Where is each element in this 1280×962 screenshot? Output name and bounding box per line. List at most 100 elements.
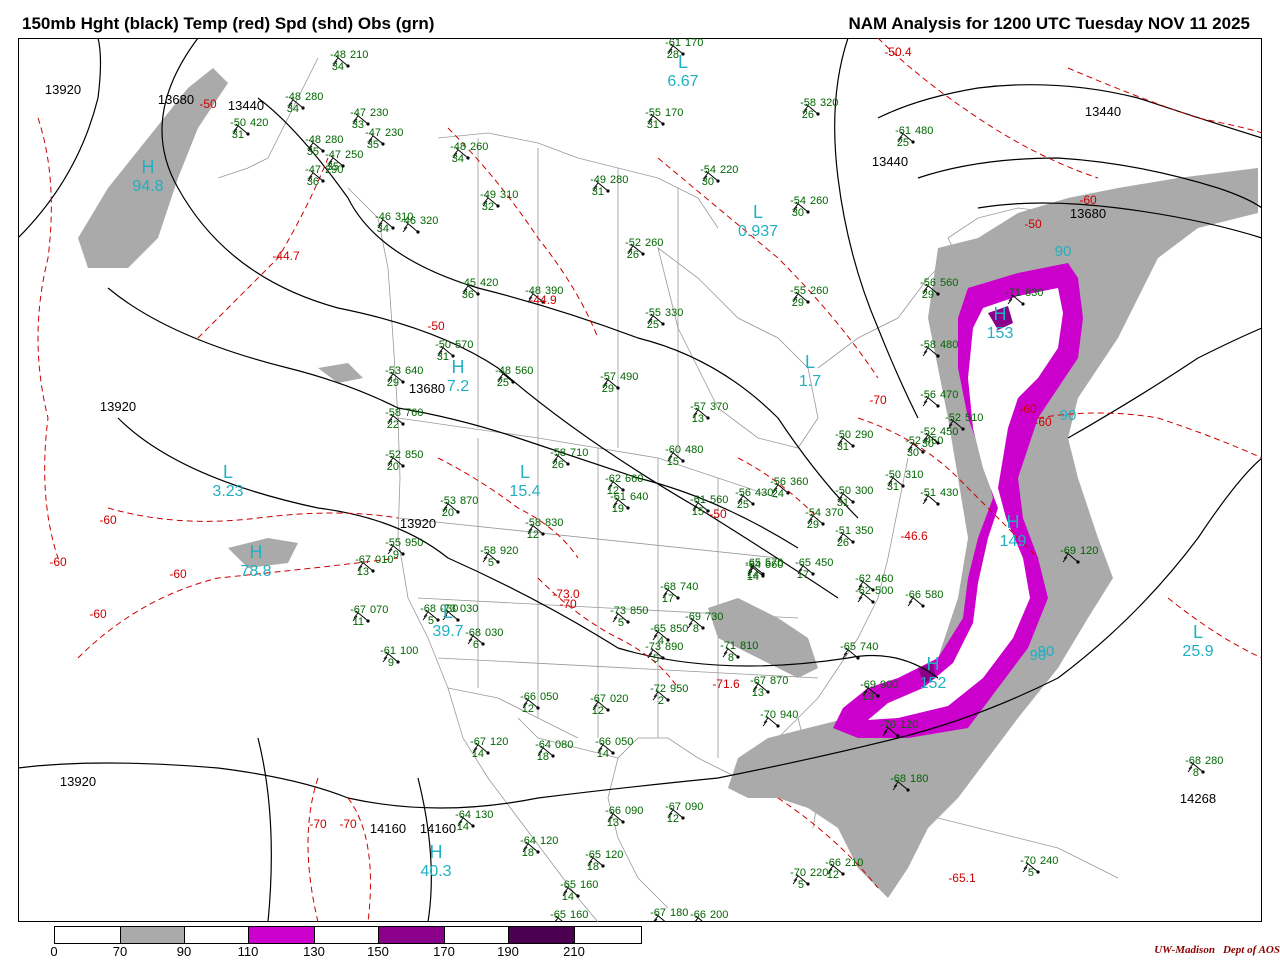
obs-temp: -68 (890, 773, 906, 785)
obs-dewpoint: 25 (737, 499, 749, 511)
obs-temp: -66 (825, 857, 841, 869)
obs-dewpoint: 13 (692, 413, 704, 425)
obs-height: 320 (420, 215, 438, 227)
obs-dewpoint: 11 (353, 616, 364, 628)
obs-dewpoint: 2 (658, 695, 664, 707)
obs-dewpoint: 29 (792, 297, 804, 309)
obs-temp: -55 (645, 307, 661, 319)
obs-dewpoint: 14 (472, 748, 484, 760)
obs-dewpoint: 12 (667, 813, 679, 825)
obs-dewpoint: 13 (862, 691, 874, 703)
temp-label: -50 (199, 97, 217, 111)
obs-height: 740 (860, 641, 878, 653)
weather-map: -48 210 34 -48 280 34 -47 230 33 -47 230 35 -48 280 35… (18, 38, 1262, 922)
obs-temp: -50 (885, 469, 901, 481)
obs-temp: -51 (920, 487, 936, 499)
height-label: 13920 (400, 516, 436, 531)
obs-height: 950 (405, 537, 423, 549)
colorbar-segment (185, 927, 249, 943)
obs-height: 260 (810, 285, 828, 297)
obs-temp: -55 (385, 537, 401, 549)
pressure-center-letter: L (520, 462, 530, 482)
obs-temp: -49 (480, 189, 496, 201)
temp-label: -46.6 (900, 529, 928, 543)
temp-label: -70 (339, 817, 357, 831)
obs-height: 710 (570, 447, 588, 459)
colorbar-segment (315, 927, 379, 943)
obs-temp: -50 (835, 485, 851, 497)
obs-dewpoint: 5 (488, 557, 494, 569)
colorbar-tick-label: 190 (497, 944, 519, 959)
obs-temp: -48 (305, 134, 321, 146)
obs-temp: -46 (375, 211, 391, 223)
obs-height: 160 (580, 879, 598, 891)
obs-temp: -64 (520, 835, 536, 847)
obs-dewpoint: 14 (457, 821, 469, 833)
obs-dewpoint: 31 (232, 129, 244, 141)
obs-height: 920 (500, 545, 518, 557)
obs-height: 450 (940, 426, 958, 438)
obs-dewpoint: 25 (897, 137, 909, 149)
obs-dewpoint: 9 (388, 657, 394, 669)
obs-height: 260 (470, 141, 488, 153)
obs-height: 510 (965, 412, 983, 424)
height-label: 13440 (228, 98, 264, 113)
obs-height: 470 (940, 389, 958, 401)
obs-dewpoint: 15 (692, 506, 704, 518)
obs-height: 290 (855, 429, 873, 441)
obs-temp: -68 (420, 603, 436, 615)
obs-temp: -52 (385, 449, 401, 461)
obs-height: 010 (375, 554, 393, 566)
obs-temp: -50 (835, 429, 851, 441)
obs-height: 660 (625, 473, 643, 485)
obs-temp: -58 (480, 545, 496, 557)
obs-dewpoint: 30 (792, 207, 804, 219)
obs-temp: -66 (520, 691, 536, 703)
obs-dewpoint: 32 (482, 201, 494, 213)
pressure-center-value: 39.7 (432, 623, 463, 640)
obs-height: 090 (625, 805, 643, 817)
colorbar-segment (121, 927, 185, 943)
pressure-center-letter: H (250, 542, 263, 562)
obs-temp: -56 (770, 476, 786, 488)
obs-temp: -60 (665, 444, 681, 456)
credit-text: UW-Madison Dept of AOS (1154, 944, 1280, 956)
obs-temp: -56 (735, 487, 751, 499)
height-label: 14268 (1180, 791, 1216, 806)
obs-temp: -70 (1020, 855, 1036, 867)
temp-label: -60 (1079, 193, 1097, 207)
speed-label: 90 (1055, 243, 1072, 260)
credit-department: Dept of AOS (1222, 944, 1280, 956)
obs-height: 420 (250, 117, 268, 129)
obs-height: 900 (880, 679, 898, 691)
obs-temp: -68 (660, 581, 676, 593)
temp-label: -50.4 (884, 45, 912, 59)
pressure-center-value: 149 (1000, 533, 1027, 550)
obs-dewpoint: 29 (807, 519, 819, 531)
obs-temp: -50 (230, 117, 246, 129)
pressure-center-value: 153 (987, 325, 1014, 342)
speed-colorbar (54, 926, 642, 944)
obs-dewpoint: 12 (827, 869, 839, 881)
obs-temp: -53 (440, 495, 456, 507)
obs-dewpoint: 5 (653, 653, 659, 665)
obs-temp: -58 (550, 447, 566, 459)
pressure-center-letter: L (678, 52, 688, 72)
colorbar-tick-label: 210 (563, 944, 585, 959)
obs-dewpoint: 19 (612, 503, 624, 515)
obs-dewpoint: 31 (837, 441, 849, 453)
obs-height: 480 (940, 339, 958, 351)
height-label: 14160 (370, 821, 406, 836)
obs-dewpoint: 31 (887, 481, 899, 493)
obs-height: 850 (630, 605, 648, 617)
temp-label: -60 (169, 567, 187, 581)
obs-height: 230 (385, 127, 403, 139)
obs-height: 580 (925, 589, 943, 601)
obs-temp: -66 (905, 589, 921, 601)
obs-temp: -61 (610, 491, 626, 503)
temp-label: -65.1 (948, 871, 976, 885)
obs-height: 280 (325, 134, 343, 146)
obs-dewpoint: 36 (307, 176, 319, 188)
obs-temp: -65 (650, 623, 666, 635)
obs-temp: -70 (760, 709, 776, 721)
